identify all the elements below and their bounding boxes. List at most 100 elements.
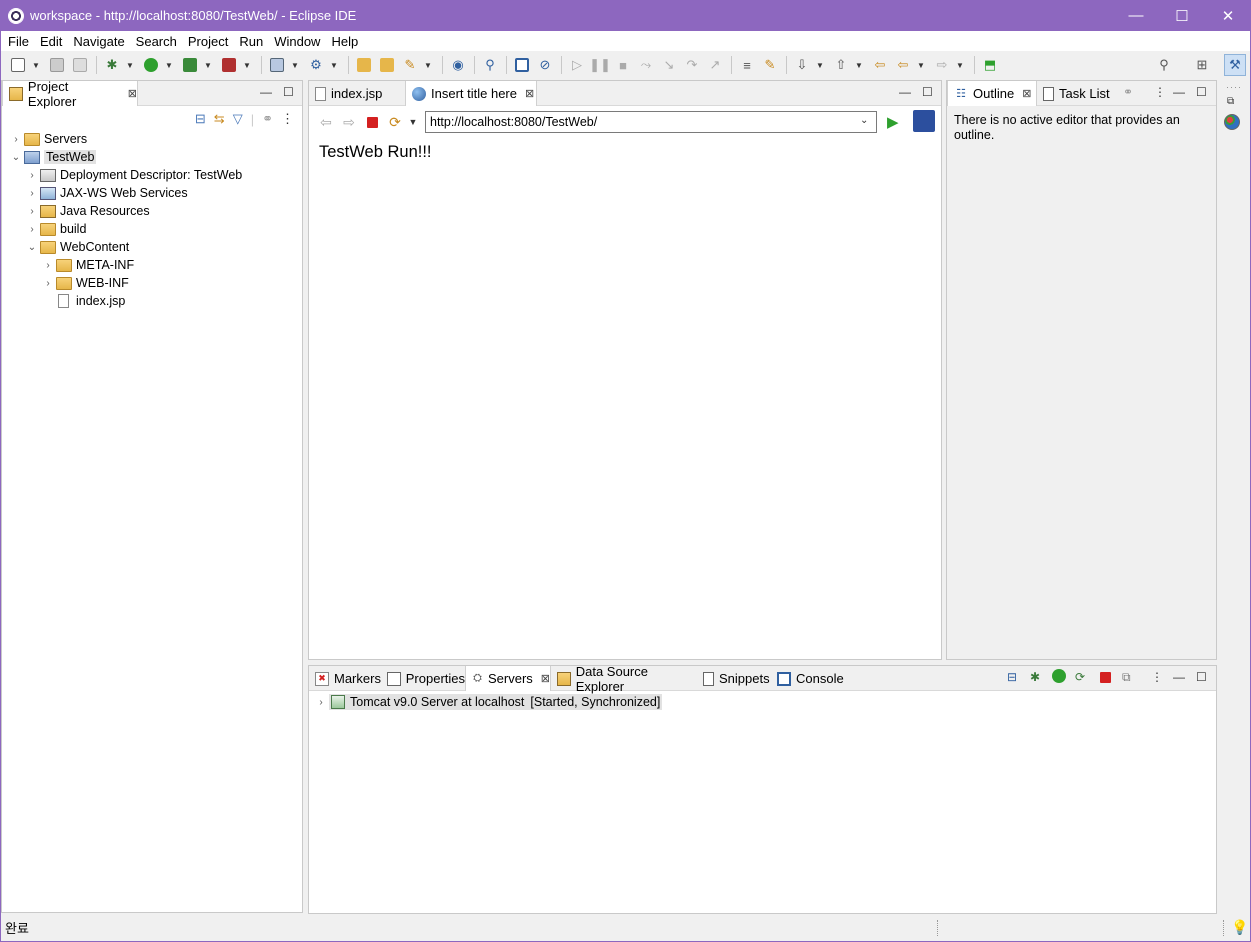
refresh-dropdown-icon[interactable]: ▼ (409, 113, 418, 131)
collapse-all-icon[interactable]: ⊟ (195, 111, 206, 127)
external-tools-icon[interactable] (220, 56, 238, 74)
tree-item[interactable]: ⌄ TestWeb (2, 148, 302, 166)
tree-item[interactable]: › build (2, 220, 302, 238)
menu-file[interactable]: File (1, 34, 33, 49)
open-external-browser-icon[interactable] (913, 110, 935, 132)
server-entry[interactable]: Tomcat v9.0 Server at localhost [Started… (329, 694, 663, 710)
focus-icon[interactable]: ⚭ (262, 111, 273, 127)
step-return-icon[interactable]: ↗ (706, 56, 724, 74)
new-icon[interactable] (9, 56, 27, 74)
tab-outline[interactable]: ☷ Outline ⊠ (947, 81, 1037, 106)
url-dropdown-icon[interactable]: ⌄ (860, 115, 868, 126)
coverage-dropdown-icon[interactable]: ▼ (204, 56, 212, 74)
open-task-icon[interactable] (378, 56, 396, 74)
chevron-right-icon[interactable]: › (8, 134, 24, 145)
close-button[interactable]: ✕ (1205, 0, 1251, 31)
filter-icon[interactable]: ▽ (233, 111, 243, 127)
console-view-icon[interactable] (513, 56, 531, 74)
run-dropdown-icon[interactable]: ▼ (165, 56, 173, 74)
publish-icon[interactable]: ⧉ (1122, 670, 1131, 685)
new-server-dropdown-icon[interactable]: ▼ (291, 56, 299, 74)
chevron-right-icon[interactable]: › (24, 170, 40, 181)
chevron-right-icon[interactable]: › (313, 697, 329, 708)
tree-item[interactable]: › Java Resources (2, 202, 302, 220)
minimize-icon[interactable]: — (1173, 670, 1185, 684)
tab-index-jsp[interactable]: index.jsp (309, 81, 405, 106)
forward-dropdown-icon[interactable]: ▼ (956, 56, 964, 74)
close-icon[interactable]: ⊠ (525, 87, 534, 100)
forward-icon[interactable]: ⇨ (933, 56, 951, 74)
menu-navigate[interactable]: Navigate (66, 34, 128, 49)
step-into-icon[interactable]: ↘ (660, 56, 678, 74)
refresh-icon[interactable]: ⟳ (386, 113, 404, 131)
back-dropdown-icon[interactable]: ▼ (917, 56, 925, 74)
start-server-icon[interactable] (1052, 669, 1066, 683)
tab-console[interactable]: Console (771, 666, 845, 691)
close-icon[interactable]: ⊠ (128, 87, 137, 100)
web-service-dropdown-icon[interactable]: ▼ (330, 56, 338, 74)
menu-window[interactable]: Window (267, 34, 324, 49)
debug-icon[interactable]: ✱ (103, 56, 121, 74)
new-dropdown-icon[interactable]: ▼ (32, 56, 40, 74)
open-perspective-icon[interactable]: ⊞ (1193, 56, 1211, 74)
minimize-icon[interactable]: — (1173, 85, 1185, 99)
tab-servers[interactable]: ⛭ Servers ⊠ (465, 666, 551, 691)
minimize-button[interactable]: — (1113, 0, 1159, 31)
search-icon[interactable]: ⚲ (1155, 56, 1173, 74)
menu-help[interactable]: Help (324, 34, 362, 49)
search-tools-dropdown-icon[interactable]: ▼ (424, 56, 432, 74)
coverage-icon[interactable] (181, 56, 199, 74)
run-icon[interactable] (142, 56, 160, 74)
focus-icon[interactable]: ⚭ (1123, 85, 1133, 99)
tab-snippets[interactable]: Snippets (697, 666, 771, 691)
restore-icon[interactable]: ⧉ (1227, 96, 1234, 107)
search-tools-icon[interactable]: ✎ (401, 56, 419, 74)
close-icon[interactable]: ⊠ (1022, 87, 1031, 100)
back-arrow-icon[interactable]: ⇦ (317, 113, 335, 131)
tree-item[interactable]: › WEB-INF (2, 274, 302, 292)
tab-properties[interactable]: Properties (381, 666, 465, 691)
tab-browser[interactable]: Insert title here ⊠ (405, 81, 537, 106)
next-annotation-icon[interactable]: ⇩ (793, 56, 811, 74)
debug-server-icon[interactable]: ✱ (1030, 670, 1040, 684)
view-menu-icon[interactable]: ⋮ (1151, 670, 1163, 684)
word-wrap-icon[interactable]: ≡ (738, 56, 756, 74)
maximize-icon[interactable]: ☐ (1196, 670, 1207, 684)
previous-annotation-dropdown-icon[interactable]: ▼ (855, 56, 863, 74)
url-input[interactable] (425, 111, 877, 133)
save-icon[interactable] (48, 56, 66, 74)
chevron-down-icon[interactable]: ⌄ (24, 242, 40, 253)
open-type-icon[interactable] (355, 56, 373, 74)
stop-icon[interactable] (363, 113, 381, 131)
maximize-icon[interactable]: ☐ (922, 85, 933, 99)
web-service-icon[interactable]: ⚙ (307, 56, 325, 74)
chevron-right-icon[interactable]: › (24, 188, 40, 199)
chevron-right-icon[interactable]: › (40, 260, 56, 271)
menu-edit[interactable]: Edit (33, 34, 66, 49)
chevron-right-icon[interactable]: › (40, 278, 56, 289)
collapse-all-icon[interactable]: ⊟ (1007, 670, 1017, 684)
next-annotation-dropdown-icon[interactable]: ▼ (816, 56, 824, 74)
go-icon[interactable]: ▶ (887, 113, 905, 131)
resume-icon[interactable]: ▷ (568, 56, 586, 74)
view-menu-icon[interactable]: ⋮ (281, 111, 294, 127)
tree-item[interactable]: › META-INF (2, 256, 302, 274)
back-icon[interactable]: ⇦ (894, 56, 912, 74)
tab-data-source-explorer[interactable]: Data Source Explorer (551, 664, 697, 694)
maximize-icon[interactable]: ☐ (283, 85, 294, 99)
menu-run[interactable]: Run (232, 34, 267, 49)
external-tools-dropdown-icon[interactable]: ▼ (243, 56, 251, 74)
chevron-right-icon[interactable]: › (24, 224, 40, 235)
debug-dropdown-icon[interactable]: ▼ (126, 56, 134, 74)
chevron-down-icon[interactable]: ⌄ (8, 152, 24, 163)
close-icon[interactable]: ⊠ (541, 672, 550, 685)
maximize-icon[interactable]: ☐ (1196, 85, 1207, 99)
java-ee-perspective-icon[interactable]: ⚒ (1224, 54, 1246, 76)
globe-icon[interactable]: ◉ (449, 56, 467, 74)
terminate-icon[interactable]: ■ (614, 56, 632, 74)
chevron-right-icon[interactable]: › (24, 206, 40, 217)
tab-markers[interactable]: ✖ Markers (309, 666, 381, 691)
maximize-button[interactable]: ☐ (1159, 0, 1205, 31)
pin-editor-icon[interactable]: ⬒ (981, 56, 999, 74)
lightbulb-icon[interactable]: 💡 (1231, 919, 1248, 936)
